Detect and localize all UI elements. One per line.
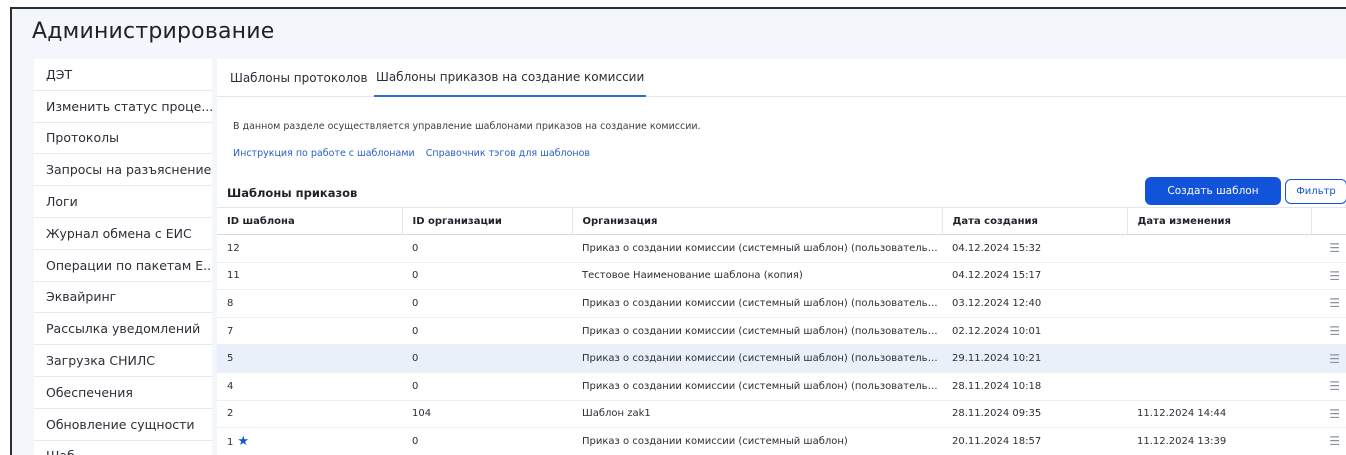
list-menu-icon[interactable]: ☰ [1311,427,1346,455]
cell-template-id: 12 [217,234,402,263]
filter-button[interactable]: Фильтр [1285,179,1346,204]
column-header-actions [1311,207,1346,235]
cell-created: 03.12.2024 12:40 [942,289,1127,318]
list-menu-icon[interactable]: ☰ [1311,344,1346,373]
cell-organization: Приказ о создании комиссии (системный ша… [572,234,942,263]
page-title: Администрирование [32,19,275,44]
sidebar-item-snils-upload[interactable]: Загрузка СНИЛС [34,345,212,377]
cell-template-id: 11 [217,262,402,291]
table-row[interactable]: 2 104 Шаблон zak1 28.11.2024 09:35 11.12… [217,400,1346,429]
cell-org-id: 0 [402,344,572,373]
cell-created: 29.11.2024 10:21 [942,344,1127,373]
cell-modified [1127,262,1311,291]
cell-organization: Приказ о создании комиссии (системный ша… [572,289,942,318]
instruction-link[interactable]: Инструкция по работе с шаблонами [233,148,415,159]
column-header-created[interactable]: Дата создания [942,207,1128,235]
list-menu-icon[interactable]: ☰ [1311,262,1346,291]
cell-modified [1127,344,1311,373]
cell-created: 28.11.2024 10:18 [942,372,1127,401]
main-panel: Шаблоны протоколов Шаблоны приказов на с… [217,59,1346,455]
sidebar-item-clarification-requests[interactable]: Запросы на разъяснение [34,154,212,187]
sidebar-item-protocols[interactable]: Протоколы [34,123,212,155]
cell-created: 20.11.2024 18:57 [942,427,1127,455]
cell-template-id: 1 ★ [217,427,402,455]
table-row-selected[interactable]: 5 0 Приказ о создании комиссии (системны… [217,344,1346,373]
cell-template-id-value: 1 [227,436,234,448]
sidebar-item-change-status[interactable]: Изменить статус проце... [34,91,212,123]
cell-modified: 11.12.2024 14:44 [1127,400,1311,429]
list-menu-icon[interactable]: ☰ [1311,289,1346,318]
cell-template-id: 5 [217,344,402,373]
app-window: Администрирование ДЭТ Изменить статус пр… [10,7,1346,455]
cell-org-id: 0 [402,289,572,318]
cell-modified [1127,289,1311,318]
cell-org-id: 104 [402,400,572,429]
sidebar-item-entity-update[interactable]: Обновление сущности [34,409,212,441]
table-row[interactable]: 7 0 Приказ о создании комиссии (системны… [217,317,1346,346]
table-row[interactable]: 11 0 Тестовое Наименование шаблона (копи… [217,262,1346,291]
column-header-template-id[interactable]: ID шаблона [217,207,403,235]
cell-org-id: 0 [402,427,572,455]
list-menu-icon[interactable]: ☰ [1311,317,1346,346]
table-row[interactable]: 12 0 Приказ о создании комиссии (системн… [217,234,1346,263]
cell-template-id: 2 [217,400,402,429]
cell-created: 28.11.2024 09:35 [942,400,1127,429]
table-header-row: ID шаблона ID организации Организация Да… [217,207,1346,235]
cell-modified [1127,234,1311,263]
cell-organization: Приказ о создании комиссии (системный ша… [572,372,942,401]
cell-organization: Шаблон zak1 [572,400,942,429]
cell-created: 02.12.2024 10:01 [942,317,1127,346]
templates-table: ID шаблона ID организации Организация Да… [217,207,1346,455]
section-title: Шаблоны приказов [227,186,358,200]
list-menu-icon[interactable]: ☰ [1311,400,1346,429]
list-menu-icon[interactable]: ☰ [1311,234,1346,263]
cell-organization: Приказ о создании комиссии (системный ша… [572,427,942,455]
cell-org-id: 0 [402,234,572,263]
cell-org-id: 0 [402,262,572,291]
cell-organization: Приказ о создании комиссии (системный ша… [572,344,942,373]
sidebar-item-guarantees[interactable]: Обеспечения [34,377,212,409]
cell-organization: Приказ о создании комиссии (системный ша… [572,317,942,346]
cell-created: 04.12.2024 15:17 [942,262,1127,291]
cell-created: 04.12.2024 15:32 [942,234,1127,263]
cell-modified [1127,372,1311,401]
sidebar-item-logs[interactable]: Логи [34,186,212,218]
tab-commission-order-templates[interactable]: Шаблоны приказов на создание комиссии [374,59,647,97]
tab-protocol-templates[interactable]: Шаблоны протоколов [230,59,368,97]
sidebar-item-acquiring[interactable]: Эквайринг [34,282,212,314]
sidebar-item-det[interactable]: ДЭТ [34,59,212,91]
cell-org-id: 0 [402,317,572,346]
cell-template-id: 4 [217,372,402,401]
column-header-modified[interactable]: Дата изменения [1127,207,1312,235]
table-row[interactable]: 4 0 Приказ о создании комиссии (системны… [217,372,1346,401]
cell-template-id: 7 [217,317,402,346]
tab-bar: Шаблоны протоколов Шаблоны приказов на с… [217,59,1346,97]
column-header-organization[interactable]: Организация [572,207,943,235]
table-row[interactable]: 8 0 Приказ о создании комиссии (системны… [217,289,1346,318]
list-menu-icon[interactable]: ☰ [1311,372,1346,401]
sidebar: ДЭТ Изменить статус проце... Протоколы З… [34,59,212,455]
cell-organization: Тестовое Наименование шаблона (копия) [572,262,942,291]
star-icon: ★ [237,433,250,449]
tags-reference-link[interactable]: Справочник тэгов для шаблонов [426,148,590,159]
sidebar-item-package-operations[interactable]: Операции по пакетам Е... [34,250,212,282]
cell-org-id: 0 [402,372,572,401]
create-template-button[interactable]: Создать шаблон [1145,177,1281,205]
sidebar-item-templates[interactable]: Шаб... [34,441,212,455]
section-description: В данном разделе осуществляется управлен… [233,121,701,132]
cell-template-id: 8 [217,289,402,318]
cell-modified [1127,317,1311,346]
table-row[interactable]: 1 ★ 0 Приказ о создании комиссии (системн… [217,427,1346,455]
help-links: Инструкция по работе с шаблонами Справоч… [233,148,598,159]
cell-modified: 11.12.2024 13:39 [1127,427,1311,455]
column-header-org-id[interactable]: ID организации [402,207,573,235]
sidebar-item-eis-journal[interactable]: Журнал обмена с ЕИС [34,218,212,250]
sidebar-item-notifications[interactable]: Рассылка уведомлений [34,313,212,346]
